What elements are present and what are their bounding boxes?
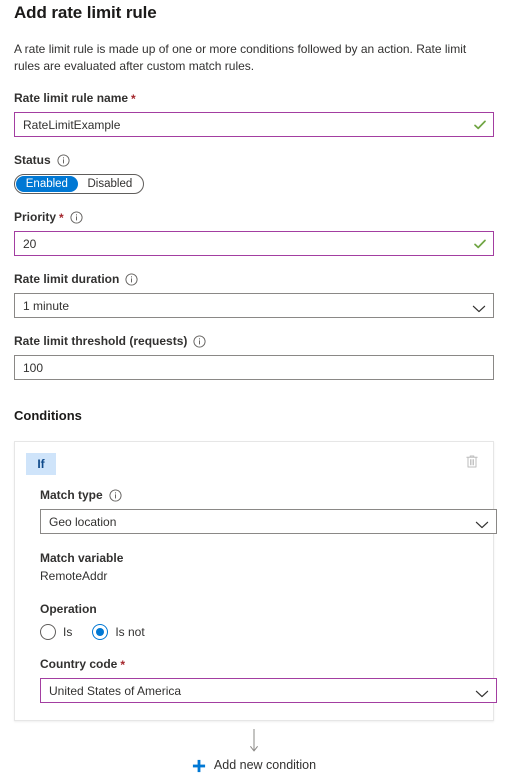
priority-input[interactable]: [14, 231, 494, 256]
flow-arrow-to-add: [14, 721, 494, 755]
match-variable-label: Match variable: [40, 551, 124, 565]
priority-input-wrap: [14, 231, 494, 256]
status-label-text: Status: [14, 153, 51, 167]
down-arrow-icon: [250, 729, 258, 752]
threshold-input-wrap: [14, 355, 494, 380]
radio-icon: [40, 624, 56, 640]
priority-label-text: Priority: [14, 210, 57, 224]
duration-dropdown[interactable]: [14, 293, 494, 318]
required-asterisk: *: [131, 92, 136, 106]
info-icon[interactable]: [57, 153, 70, 167]
if-badge: If: [26, 453, 56, 475]
required-asterisk: *: [120, 658, 126, 672]
info-icon[interactable]: [70, 210, 83, 224]
condition-body: Match type Geo location Match variable R…: [26, 475, 497, 703]
field-priority: Priority *: [14, 194, 496, 256]
status-toggle-disabled[interactable]: Disabled: [78, 176, 142, 192]
info-icon[interactable]: [125, 272, 138, 286]
info-icon[interactable]: [109, 488, 122, 502]
match-type-label-text: Match type: [40, 488, 103, 502]
flow-arrow-to-then: [14, 774, 494, 778]
status-toggle-enabled[interactable]: Enabled: [16, 176, 78, 192]
plus-icon: [192, 759, 206, 773]
rule-name-label: Rate limit rule name *: [14, 90, 496, 106]
rule-name-input-wrap: [14, 112, 494, 137]
field-operation: Operation Is Is not: [40, 585, 482, 640]
operation-radio-is-not-label: Is not: [115, 625, 145, 639]
delete-condition-button[interactable]: [462, 453, 482, 473]
conditions-section-title: Conditions: [14, 408, 82, 423]
match-variable-value: RemoteAddr: [40, 569, 108, 583]
match-type-dropdown[interactable]: [40, 509, 497, 534]
threshold-input[interactable]: [14, 355, 494, 380]
status-toggle[interactable]: Enabled Disabled: [14, 174, 144, 194]
field-country-code: Country code *: [40, 640, 497, 703]
match-type-dropdown-wrap[interactable]: [40, 509, 497, 534]
field-rule-name: Rate limit rule name *: [14, 75, 496, 137]
add-rate-limit-rule-panel: Add rate limit rule A rate limit rule is…: [0, 0, 510, 778]
duration-dropdown-wrap[interactable]: [14, 293, 494, 318]
condition-card: If Match type Geo location Match variabl…: [14, 441, 497, 721]
field-match-variable: Match variable RemoteAddr: [40, 534, 482, 585]
field-match-type: Match type: [40, 487, 497, 534]
required-asterisk: *: [59, 211, 64, 225]
match-type-label: Match type: [40, 487, 482, 503]
operation-radio-group: Is Is not: [40, 617, 482, 640]
country-code-label-text: Country code: [40, 657, 118, 671]
duration-label: Rate limit duration: [14, 271, 496, 287]
field-rate-limit-threshold: Rate limit threshold (requests): [14, 318, 496, 380]
add-new-condition-button[interactable]: Add new condition: [14, 757, 494, 774]
threshold-label-text: Rate limit threshold (requests): [14, 334, 188, 348]
country-code-dropdown[interactable]: [40, 678, 497, 703]
info-icon[interactable]: [193, 334, 206, 348]
page-description: A rate limit rule is made up of one or m…: [14, 42, 467, 73]
country-code-dropdown-wrap[interactable]: [40, 678, 497, 703]
field-rate-limit-duration: Rate limit duration: [14, 256, 496, 318]
duration-label-text: Rate limit duration: [14, 272, 120, 286]
rule-name-input[interactable]: [14, 112, 494, 137]
radio-icon-selected: [92, 624, 109, 640]
rule-name-label-text: Rate limit rule name: [14, 91, 129, 105]
status-label: Status: [14, 152, 496, 168]
page-title: Add rate limit rule: [14, 3, 157, 22]
field-status: Status Enabled Disabled: [14, 137, 496, 194]
country-code-label: Country code *: [40, 656, 482, 672]
priority-label: Priority *: [14, 209, 496, 225]
operation-label: Operation: [40, 602, 97, 616]
operation-radio-is[interactable]: Is: [40, 624, 72, 640]
trash-icon: [465, 454, 479, 472]
operation-radio-is-not[interactable]: Is not: [92, 624, 145, 640]
threshold-label: Rate limit threshold (requests): [14, 333, 496, 349]
add-new-condition-label: Add new condition: [213, 758, 317, 772]
operation-radio-is-label: Is: [63, 625, 73, 639]
